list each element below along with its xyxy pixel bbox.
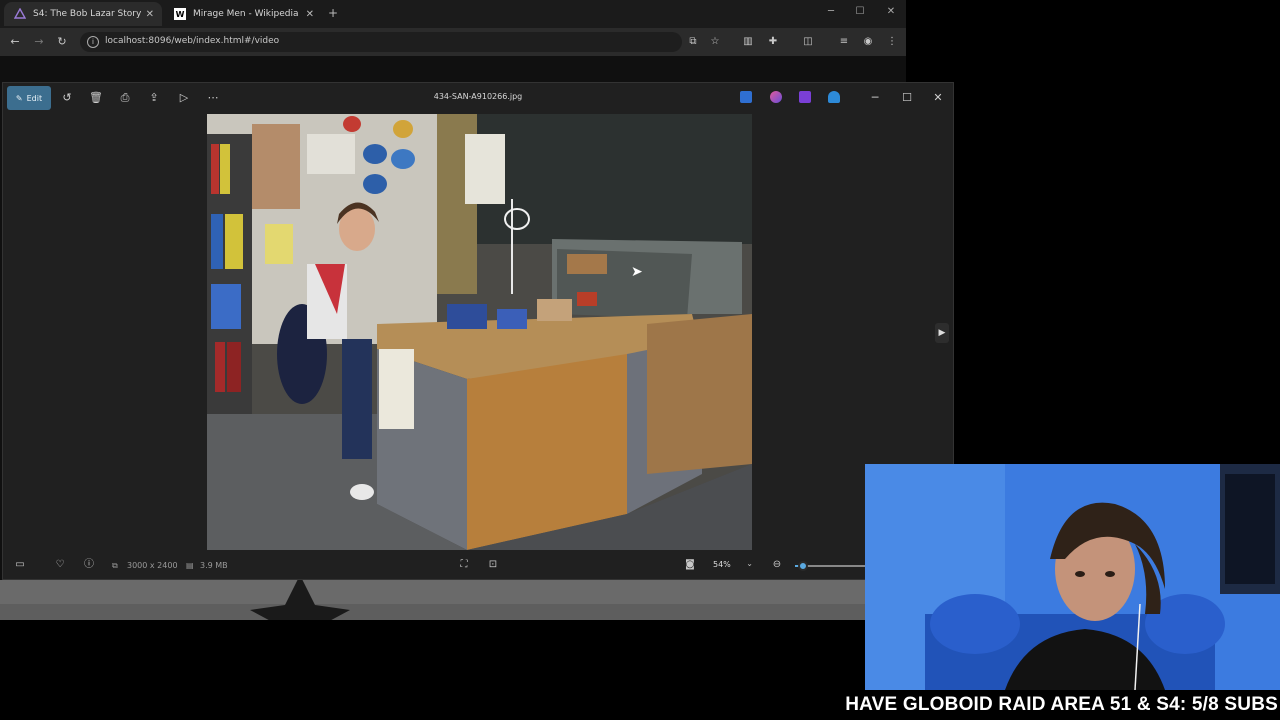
maximize-viewer-icon[interactable]: ☐: [899, 90, 915, 106]
onedrive-app-icon[interactable]: [828, 91, 840, 103]
screenshot-icon[interactable]: ◙: [682, 557, 698, 573]
delete-icon[interactable]: 🗑: [88, 90, 104, 106]
rotate-icon[interactable]: ↺: [59, 90, 75, 106]
tab-bob-lazar-story[interactable]: S4: The Bob Lazar Story ✕: [4, 2, 162, 26]
jellyfin-icon: [14, 8, 26, 20]
clipchamp-app-icon[interactable]: [799, 91, 811, 103]
edit-button[interactable]: ✎ Edit: [7, 86, 51, 110]
install-app-icon[interactable]: ⧉: [686, 35, 700, 49]
fit-to-window-icon[interactable]: ⛶: [456, 557, 472, 573]
viewer-bottom-bar: ▭ ♡ ⓘ ⧉ 3000 x 2400 ▤ 3.9 MB ⛶ ⊡ ◙ 54% ⌄…: [3, 553, 953, 579]
tab-title: Mirage Men - Wikipedia: [193, 9, 299, 19]
webcam-feed: [865, 464, 1280, 690]
designer-app-icon[interactable]: [740, 91, 752, 103]
maximize-icon[interactable]: ☐: [845, 6, 875, 17]
favorite-heart-icon[interactable]: ♡: [52, 557, 68, 573]
file-size: 3.9 MB: [200, 561, 228, 570]
actual-size-icon[interactable]: ⊡: [485, 557, 501, 573]
file-size-icon: ▤: [186, 561, 194, 570]
close-window-icon[interactable]: ✕: [876, 6, 906, 17]
edit-label: Edit: [26, 93, 43, 103]
back-icon[interactable]: ←: [7, 34, 23, 50]
file-info-icon[interactable]: ⓘ: [81, 557, 97, 573]
site-info-icon[interactable]: i: [87, 36, 99, 48]
copilot-app-icon[interactable]: [770, 91, 782, 103]
minimize-viewer-icon[interactable]: ─: [867, 90, 883, 106]
next-image-button[interactable]: ▶: [935, 323, 949, 343]
mouse-cursor: ➤: [631, 264, 643, 280]
video-background: [0, 580, 906, 644]
sidebar-icon[interactable]: ◫: [801, 35, 815, 49]
workshop-photo: [207, 114, 752, 550]
close-tab-icon[interactable]: ✕: [306, 9, 314, 20]
bookmark-star-icon[interactable]: ☆: [708, 35, 722, 49]
slideshow-icon[interactable]: ▷: [176, 90, 192, 106]
webcam-overlay: [865, 464, 1280, 690]
zoom-slider-thumb[interactable]: [798, 561, 808, 571]
more-options-icon[interactable]: ⋯: [205, 90, 221, 106]
viewer-top-bar: ✎ Edit ↺ 🗑 ⎙ ⇪ ▷ ⋯ 434-SAN-A910266.jpg ─…: [3, 83, 953, 113]
close-tab-icon[interactable]: ✕: [146, 9, 154, 20]
zoom-out-icon[interactable]: ⊖: [769, 557, 785, 573]
image-dimensions: 3000 x 2400: [127, 561, 178, 570]
zoom-value: 54%: [713, 560, 731, 569]
forward-icon[interactable]: →: [31, 34, 47, 50]
share-icon[interactable]: ⇪: [146, 90, 162, 106]
new-tab-icon[interactable]: +: [328, 6, 338, 20]
print-icon[interactable]: ⎙: [117, 90, 133, 106]
more-menu-icon[interactable]: ⋮: [885, 35, 899, 49]
photo-viewer-window: ✎ Edit ↺ 🗑 ⎙ ⇪ ▷ ⋯ 434-SAN-A910266.jpg ─…: [2, 82, 954, 580]
tab-mirage-men[interactable]: W Mirage Men - Wikipedia ✕: [164, 2, 322, 26]
filmstrip-icon[interactable]: ▭: [12, 557, 28, 573]
zoom-dropdown[interactable]: 54% ⌄: [703, 555, 761, 575]
reload-icon[interactable]: ↻: [54, 34, 70, 50]
dimensions-icon: ⧉: [112, 561, 118, 570]
extension-icon[interactable]: ▥: [741, 35, 755, 49]
edit-icon: ✎: [15, 93, 23, 103]
profile-icon[interactable]: ◉: [861, 35, 875, 49]
photo-canvas[interactable]: ➤: [207, 114, 752, 550]
url-text: localhost:8096/web/index.html#/video: [105, 36, 280, 46]
chevron-down-icon: ⌄: [746, 559, 753, 568]
tab-title: S4: The Bob Lazar Story: [33, 9, 142, 19]
media-controls-icon[interactable]: ≡: [837, 35, 851, 49]
address-bar[interactable]: i localhost:8096/web/index.html#/video: [80, 32, 682, 52]
file-name: 434-SAN-A910266.jpg: [433, 92, 523, 101]
puzzle-icon[interactable]: ✚: [766, 35, 780, 49]
close-viewer-icon[interactable]: ✕: [930, 90, 946, 106]
stream-caption: HAVE GLOBOID RAID AREA 51 & S4: 5/8 SUBS: [845, 694, 1278, 715]
minimize-icon[interactable]: ─: [816, 6, 846, 17]
wikipedia-icon: W: [174, 8, 186, 20]
tab-strip: S4: The Bob Lazar Story ✕ W Mirage Men -…: [0, 0, 906, 28]
